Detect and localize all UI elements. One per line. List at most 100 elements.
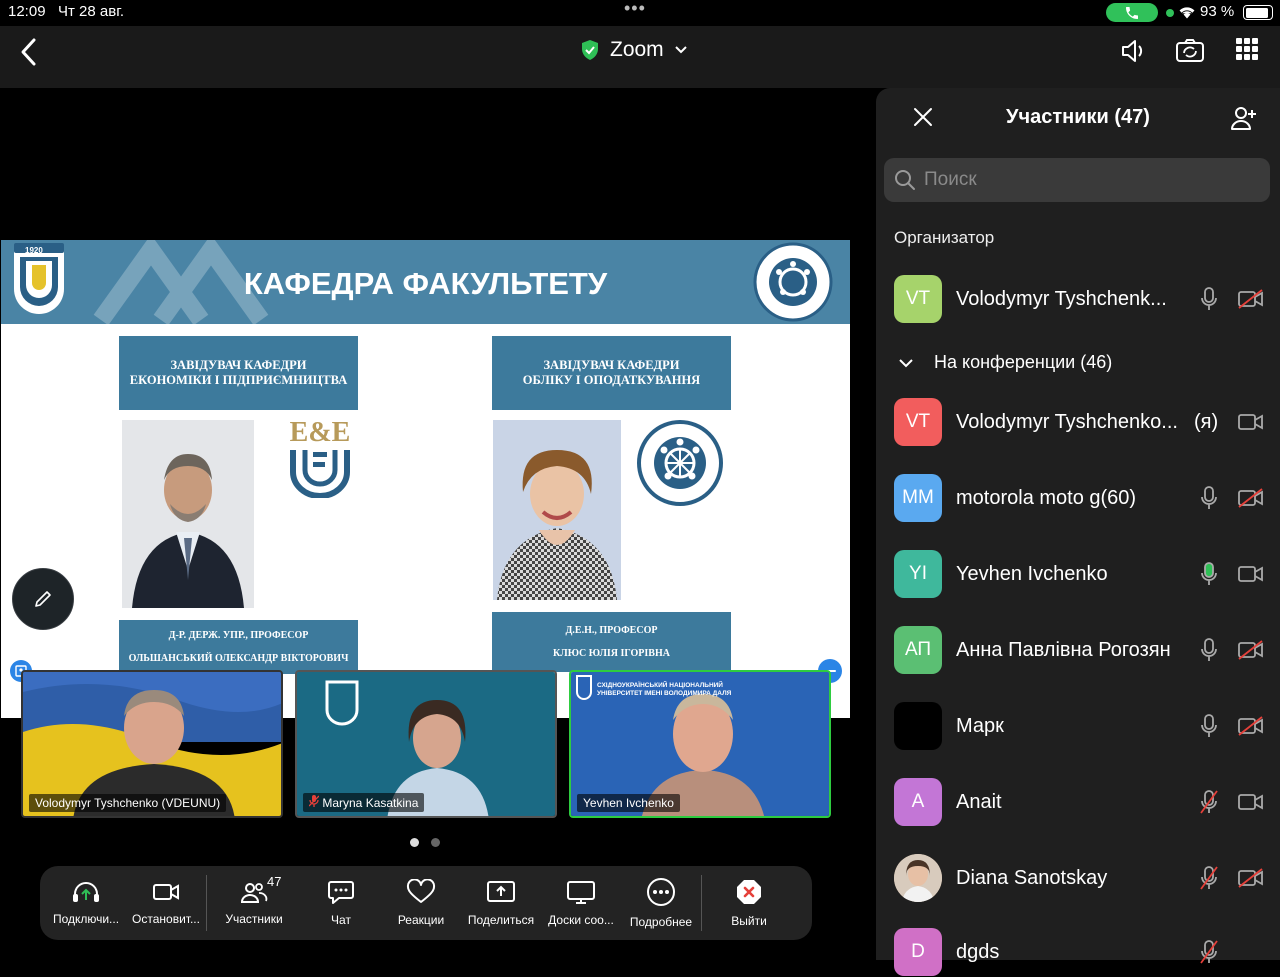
share-button[interactable]: Поделиться [461,866,541,940]
ee-logo: E&E [289,418,351,500]
reactions-label: Реакции [397,913,445,927]
left-caption-box: Д-Р. ДЕРЖ. УПР., ПРОФЕСОР ОЛЬШАНСЬКИЙ ОЛ… [119,620,358,674]
mic-status [1200,789,1218,820]
thumbnail-name: Yevhen Ivchenko [577,794,680,812]
left-heading-line1: ЗАВІДУВАЧ КАФЕДРИ [170,358,307,372]
avatar-initials: MM [902,487,934,508]
annotate-button[interactable] [12,568,74,630]
participant-name: Diana Sanotskay [956,866,1108,889]
logo-year: 1920 [25,246,43,255]
whiteboards-label: Доски соо... [548,913,614,927]
meeting-title-dropdown[interactable]: Zoom [580,38,688,62]
grid-view-icon[interactable] [1236,38,1258,60]
participants-icon [240,883,268,903]
camera-off-icon [1238,716,1263,736]
page-dot[interactable] [431,838,440,847]
speaker-icon[interactable] [1120,38,1148,64]
search-input[interactable]: Поиск [884,158,1270,202]
camera-off-icon [1238,488,1263,508]
participant-row-host[interactable]: VT Volodymyr Tyshchenk... [876,274,1280,324]
left-professor-photo [122,420,254,608]
meeting-toolbar: Подключи... Остановит... 47 Участники Ча… [40,866,812,940]
camera-icon [1238,566,1263,582]
video-thumbnail[interactable]: Volodymyr Tyshchenko (VDEUNU) [21,670,283,818]
participant-row[interactable]: VT Volodymyr Tyshchenko... (я) [876,397,1280,447]
participant-name: Anait [956,790,1002,813]
camera-status [1238,412,1264,437]
participant-name: Анна Павлівна Рогозян [956,638,1171,661]
conference-section-toggle[interactable]: На конференции (46) [898,352,1112,373]
avatar [894,702,942,750]
participant-row[interactable]: MM motorola moto g(60) [876,473,1280,523]
camera-off-icon [1238,868,1263,888]
meeting-top-bar: Zoom [0,26,1280,88]
avatar: АП [894,626,942,674]
video-stage: 1920 КАФЕДРА ФАКУЛЬТЕТУ ЗАВІДУВАЧ КАФЕДР… [0,88,852,960]
participants-count-badge: 47 [267,874,282,889]
invite-user-icon[interactable] [1230,104,1258,132]
camera-icon [1238,794,1263,810]
recording-dot [1166,9,1174,17]
mic-status [1200,561,1218,592]
video-thumbnail-active-speaker[interactable]: СХІДНОУКРАЇНСЬКИЙ НАЦІОНАЛЬНИЙ УНІВЕРСИТ… [569,670,831,818]
muted-mic-icon [1200,940,1218,964]
camera-off-icon [1238,289,1263,309]
ee-logo-text: E&E [289,417,351,448]
participant-row[interactable]: A Anait [876,777,1280,827]
muted-mic-icon [1200,866,1218,890]
reactions-button[interactable]: Реакции [381,866,461,940]
camera-status [1238,289,1264,314]
participant-name: dgds [956,940,1000,963]
avatar-initials: VT [905,288,931,309]
status-bar: 12:09 Чт 28 авг. ••• 93 % [0,0,1280,26]
participant-row[interactable]: YI Yevhen Ivchenko [876,549,1280,599]
video-thumbnail[interactable]: Maryna Kasatkina [295,670,557,818]
share-screen-icon [487,881,515,902]
faculty-logo-large [637,420,723,506]
participant-row[interactable]: АП Анна Павлівна Рогозян [876,625,1280,675]
participant-row[interactable]: Марк [876,701,1280,751]
chevron-down-icon [899,358,913,367]
phone-icon [1126,6,1138,19]
camera-status [1238,868,1264,893]
audio-button[interactable]: Подключи... [46,866,126,940]
thumbnail-name: Maryna Kasatkina [303,793,425,812]
camera-status [1238,716,1264,741]
stop-video-button[interactable]: Остановит... [126,866,206,940]
leave-label: Выйти [731,914,767,928]
left-caption-line2: ОЛЬШАНСЬКИЙ ОЛЕКСАНДР ВІКТОРОВИЧ [128,653,349,664]
host-section-label: Организатор [894,228,995,247]
thumbnail-name-text: Maryna Kasatkina [322,796,419,810]
right-heading-box: ЗАВІДУВАЧ КАФЕДРИ ОБЛІКУ І ОПОДАТКУВАННЯ [492,336,731,410]
slide-title: КАФЕДРА ФАКУЛЬТЕТУ [243,266,608,301]
multitasking-dots-icon[interactable]: ••• [624,0,646,19]
mic-status [1200,939,1218,970]
participants-button[interactable]: 47 Участники [207,866,301,940]
more-button[interactable]: Подробнее [621,866,701,940]
page-dot-active[interactable] [410,838,419,847]
thumbnail-banner: СХІДНОУКРАЇНСЬКИЙ НАЦІОНАЛЬНИЙ УНІВЕРСИТ… [597,682,732,697]
camera-status [1238,488,1264,513]
participant-row[interactable]: Diana Sanotskay [876,853,1280,903]
battery-icon [1243,5,1273,20]
participant-row[interactable]: D dgds [876,927,1280,977]
right-professor-photo [493,420,621,600]
stop-video-label: Остановит... [132,912,200,926]
panel-title: Участники (47) [1006,106,1150,128]
mic-status [1200,637,1218,668]
active-call-indicator[interactable] [1106,3,1158,22]
shared-screen-slide: 1920 КАФЕДРА ФАКУЛЬТЕТУ ЗАВІДУВАЧ КАФЕДР… [1,240,850,718]
switch-camera-icon[interactable] [1175,38,1205,64]
back-chevron-icon[interactable] [18,37,40,67]
mic-icon [1201,486,1217,509]
participant-name: motorola moto g(60) [956,486,1137,509]
leave-button[interactable]: Выйти [702,866,796,940]
chat-button[interactable]: Чат [301,866,381,940]
wifi-icon [1179,7,1195,19]
mic-icon [1201,638,1217,661]
mic-icon [1201,287,1217,310]
participants-panel: Участники (47) Поиск Организатор VT Volo… [852,88,1280,976]
audio-label: Подключи... [52,912,120,926]
right-caption-line2: КЛЮС ЮЛІЯ ІГОРІВНА [553,648,670,659]
whiteboards-button[interactable]: Доски соо... [541,866,621,940]
